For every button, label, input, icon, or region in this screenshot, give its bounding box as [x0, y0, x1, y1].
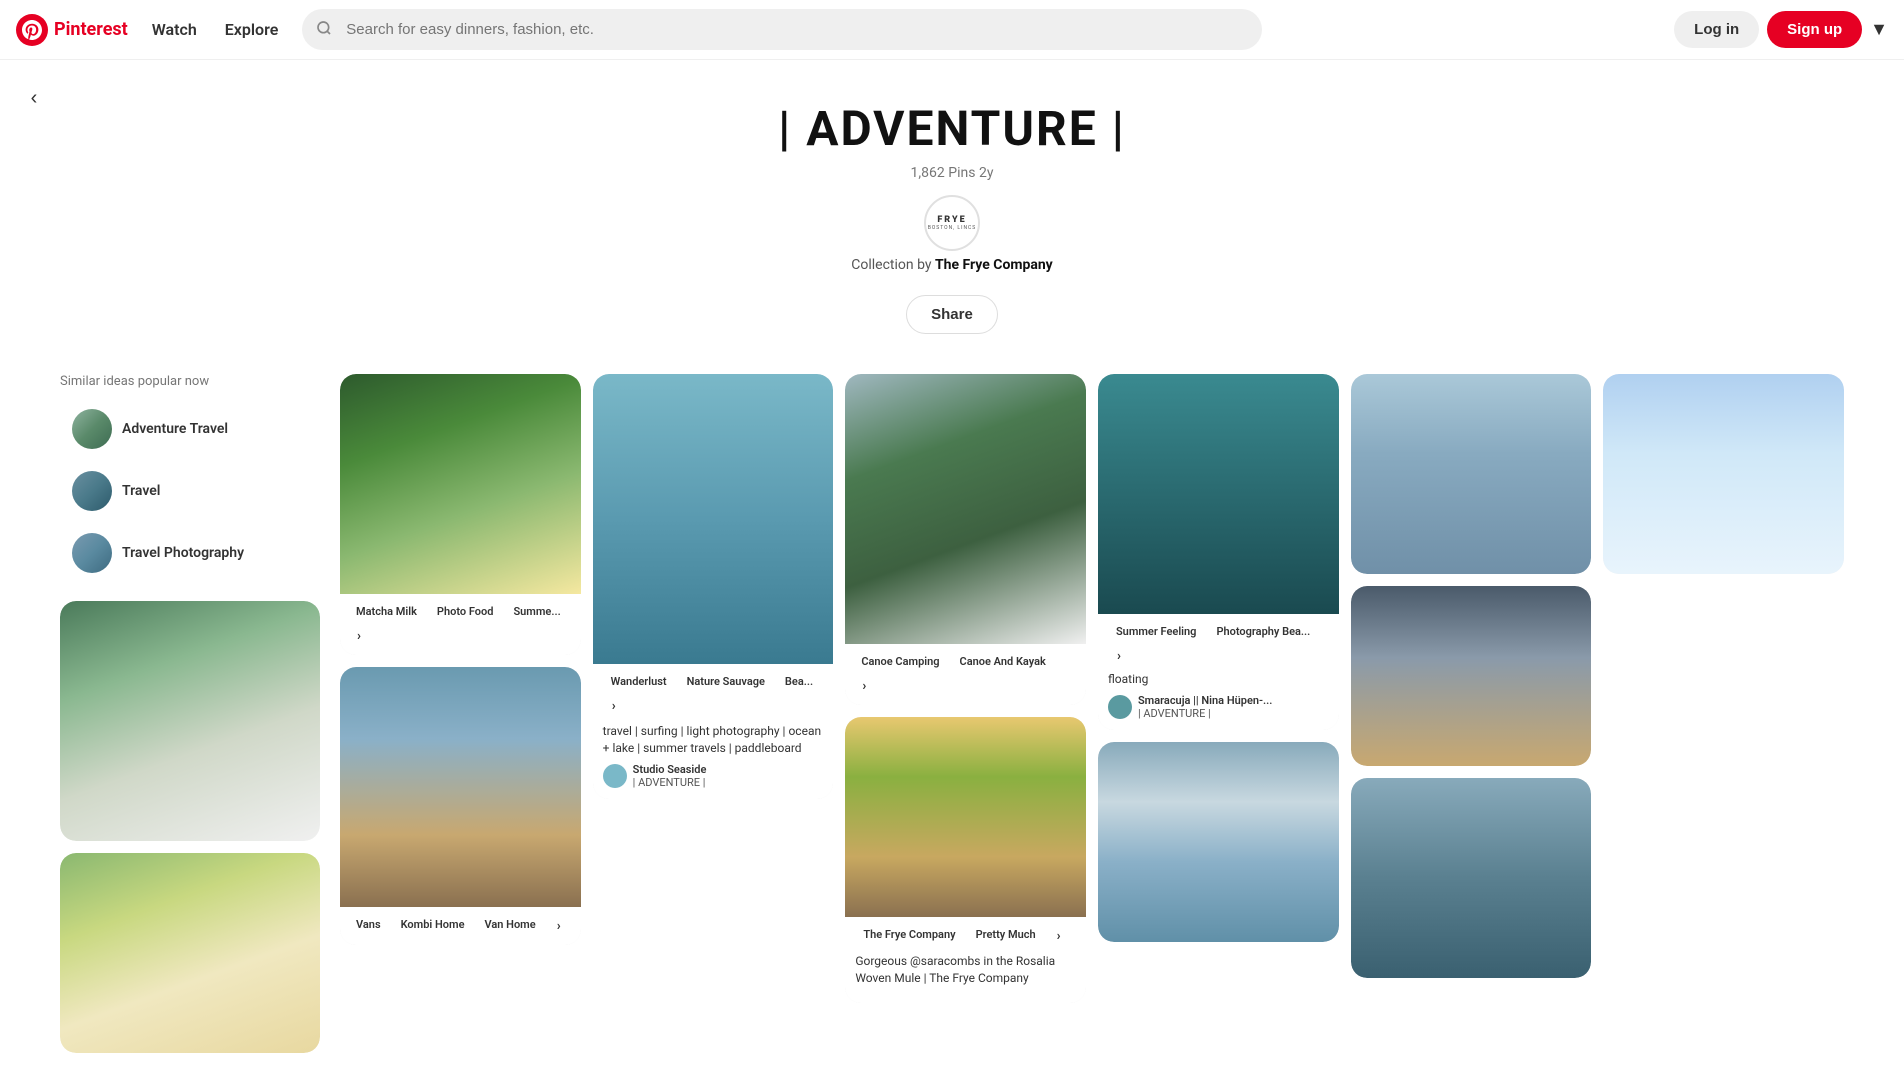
pin-card-van[interactable]: Vans Kombi Home Van Home › — [340, 667, 581, 945]
pin-description: Gorgeous @saracombs in the Rosalia Woven… — [855, 953, 1076, 987]
pin-tag: The Frye Company — [855, 925, 963, 947]
pin-tag: Van Home — [476, 915, 543, 937]
pin-card-mountains[interactable] — [1351, 778, 1592, 978]
pin-tag: Nature Sauvage — [679, 672, 773, 691]
pin-card-food[interactable]: Matcha Milk Photo Food Summe... › — [340, 374, 581, 655]
sidebar-item-adventure-travel[interactable]: Adventure Travel — [60, 401, 320, 457]
login-button[interactable]: Log in — [1674, 11, 1759, 48]
pin-tag: Canoe Camping — [853, 652, 947, 671]
pin-tag: Summer Feeling — [1108, 622, 1204, 641]
brand-avatar[interactable]: FRYE BOSTON, LINCS — [924, 195, 980, 251]
pin-user-name: Smaracuja || Nina Hüpen-... — [1138, 694, 1272, 707]
board-title: | ADVENTURE | — [20, 100, 1884, 157]
search-bar — [302, 9, 1262, 50]
pin-tag: Vans — [348, 915, 389, 937]
header-actions: Log in Sign up ▼ — [1674, 11, 1888, 48]
pin-tag-more[interactable]: › — [548, 915, 570, 937]
pin-card-forest[interactable]: Canoe Camping Canoe And Kayak › — [845, 374, 1086, 705]
board-header: | ADVENTURE | 1,862 Pins 2y FRYE BOSTON,… — [0, 60, 1904, 354]
pin-tag-more[interactable]: › — [853, 675, 875, 697]
pin-tag: Wanderlust — [603, 672, 675, 691]
pin-user: Smaracuja || Nina Hüpen-... | ADVENTURE … — [1108, 694, 1329, 720]
board-meta: 1,862 Pins 2y — [20, 165, 1884, 181]
board-collection: Collection by The Frye Company — [20, 257, 1884, 273]
pins-label: Pins — [948, 165, 975, 181]
pin-tag: Bea... — [777, 672, 821, 691]
pin-grid: Matcha Milk Photo Food Summe... › Vans K… — [340, 374, 1844, 1053]
pin-tag-more[interactable]: › — [1048, 925, 1070, 947]
logo[interactable]: Pinterest — [16, 14, 128, 46]
pin-tag-more[interactable]: › — [348, 625, 370, 647]
main-content: Similar ideas popular now Adventure Trav… — [0, 354, 1904, 1073]
pin-user-board: | ADVENTURE | — [633, 776, 707, 789]
pin-card-clouds[interactable] — [1603, 374, 1844, 574]
search-input[interactable] — [302, 9, 1262, 50]
similar-title: Similar ideas popular now — [60, 374, 320, 389]
sidebar-pin-mountains[interactable] — [60, 601, 320, 841]
time-ago: 2y — [979, 165, 994, 181]
pin-tag: Pretty Much — [968, 925, 1044, 947]
pinterest-logo-icon — [16, 14, 48, 46]
pin-user-name: Studio Seaside — [633, 763, 707, 776]
sidebar-item-travel[interactable]: Travel — [60, 463, 320, 519]
sidebar-avatar-travel-photo — [72, 533, 112, 573]
pin-tag: Canoe And Kayak — [952, 652, 1054, 671]
pin-card-rock[interactable] — [1098, 742, 1339, 942]
nav-watch[interactable]: Watch — [140, 12, 209, 47]
pin-user-board: | ADVENTURE | — [1138, 707, 1272, 720]
pin-card-tent[interactable] — [1351, 586, 1592, 766]
chevron-down-icon[interactable]: ▼ — [1870, 19, 1888, 40]
sidebar-item-travel-photography[interactable]: Travel Photography — [60, 525, 320, 581]
pin-card-glacier[interactable] — [1351, 374, 1592, 574]
signup-button[interactable]: Sign up — [1767, 11, 1862, 48]
pin-card-ocean[interactable]: Wanderlust Nature Sauvage Bea... › trave… — [593, 374, 834, 799]
pin-tag: Photo Food — [429, 602, 502, 621]
pin-tag: Summe... — [505, 602, 568, 621]
search-icon — [316, 20, 332, 40]
main-nav: Watch Explore — [140, 20, 291, 39]
sidebar: Similar ideas popular now Adventure Trav… — [60, 374, 320, 1053]
nav-explore[interactable]: Explore — [213, 12, 291, 47]
share-button[interactable]: Share — [906, 295, 998, 334]
pin-tag-more[interactable]: › — [1108, 645, 1130, 667]
pin-user: Studio Seaside | ADVENTURE | — [603, 763, 824, 789]
pin-card-cactus[interactable]: The Frye Company Pretty Much › Gorgeous … — [845, 717, 1086, 1003]
sidebar-label-travel-photo: Travel Photography — [122, 545, 244, 561]
sidebar-label-adventure: Adventure Travel — [122, 421, 228, 437]
pin-tag: Kombi Home — [393, 915, 473, 937]
pin-description: travel | surfing | light photography | o… — [603, 723, 824, 757]
back-button[interactable]: ‹ — [16, 80, 52, 116]
collection-link[interactable]: The Frye Company — [935, 257, 1053, 273]
logo-text: Pinterest — [54, 19, 128, 40]
pin-card-floating[interactable]: Summer Feeling Photography Bea... › floa… — [1098, 374, 1339, 730]
sidebar-pin-picnic[interactable] — [60, 853, 320, 1053]
pin-tag: Photography Bea... — [1208, 622, 1318, 641]
sidebar-avatar-adventure — [72, 409, 112, 449]
header: Pinterest Watch Explore Log in Sign up ▼ — [0, 0, 1904, 60]
pin-description: floating — [1108, 671, 1329, 688]
sidebar-avatar-travel — [72, 471, 112, 511]
pin-tag-more[interactable]: › — [603, 695, 625, 717]
pin-tag: Matcha Milk — [348, 602, 425, 621]
pins-count: 1,862 — [911, 165, 945, 181]
sidebar-label-travel: Travel — [122, 483, 160, 499]
